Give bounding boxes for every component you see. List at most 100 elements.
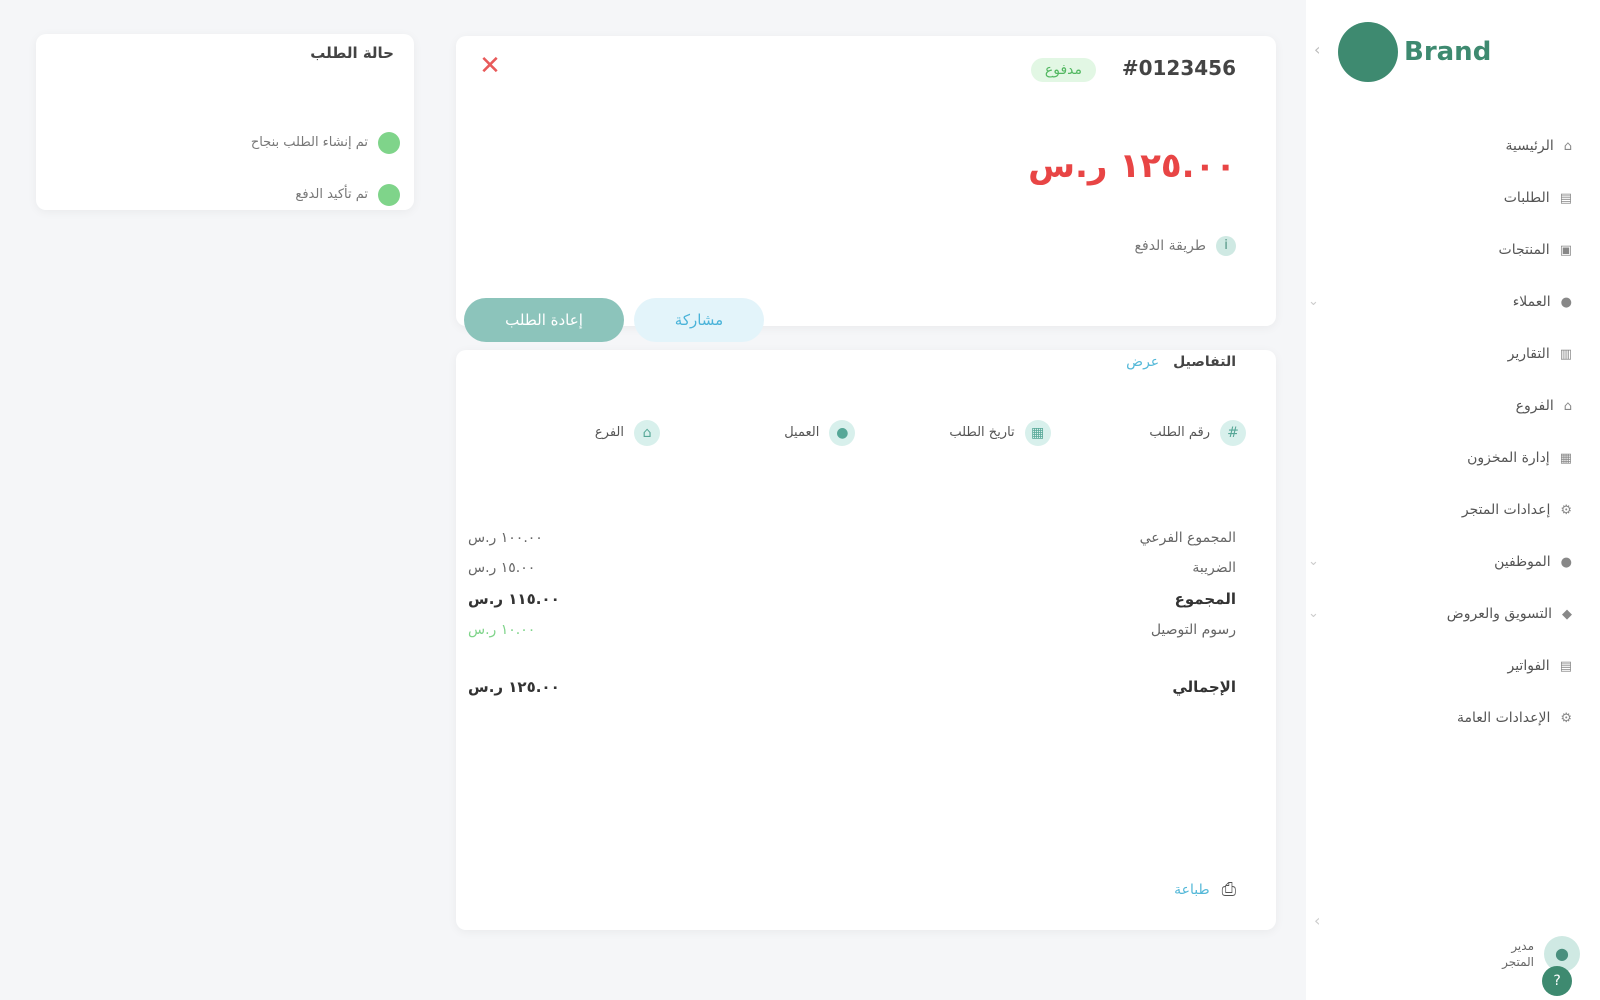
status-row-text: تم إنشاء الطلب بنجاح <box>250 135 368 150</box>
table-row: ١٠.٠٠ ر.س رسوم التوصيل <box>468 622 1236 638</box>
sidebar-item-branches[interactable]: ⌂ الفروع <box>1322 380 1572 432</box>
sidebar-item-store-settings[interactable]: ⚙ إعدادات المتجر <box>1322 484 1572 536</box>
sidebar-item-label: الطلبات <box>1503 190 1550 206</box>
staff-icon: ● <box>1560 555 1572 570</box>
calendar-icon: ▦ <box>1024 420 1051 446</box>
price-breakdown: ١٠٠.٠٠ ر.س المجموع الفرعي ١٥.٠٠ ر.س الضر… <box>468 530 1236 710</box>
sidebar-item-label: المنتجات <box>1498 242 1550 258</box>
sidebar-item-staff[interactable]: ⌄ ● الموظفين <box>1308 536 1572 588</box>
sidebar-item-reports[interactable]: ▥ التقارير <box>1322 328 1572 380</box>
info-cell-label: رقم الطلب <box>1149 425 1210 440</box>
hash-icon: # <box>1220 420 1246 446</box>
status-badge: مدفوع <box>1030 58 1096 82</box>
users-icon: ● <box>1560 295 1572 310</box>
sidebar-item-products[interactable]: ▣ المنتجات <box>1322 224 1572 276</box>
table-row: ١٠٠.٠٠ ر.س المجموع الفرعي <box>468 530 1236 546</box>
print-link[interactable]: طباعة <box>1174 882 1210 898</box>
sidebar-user[interactable]: ● مدير المتجر ? <box>1502 936 1580 996</box>
row-label: المجموع الفرعي <box>1139 530 1236 546</box>
table-row: ١٢٥.٠٠ ر.س الإجمالي <box>468 678 1236 696</box>
detail-card: عرض التفاصيل # رقم الطلب ▦ تاريخ الطلب ●… <box>456 350 1276 930</box>
sidebar-item-invoices[interactable]: ▤ الفواتير <box>1322 640 1572 692</box>
brand-name: Brand <box>1404 37 1492 67</box>
store-icon: ⌂ <box>634 420 661 446</box>
status-card: حالة الطلب تم إنشاء الطلب بنجاح تم تأكيد… <box>36 34 414 210</box>
order-amount: ١٢٥.٠٠ ر.س <box>1028 146 1236 186</box>
brand[interactable]: Brand <box>1338 22 1491 82</box>
info-cell: ▦ تاريخ الطلب <box>871 420 1051 446</box>
gear-icon: ⚙ <box>1560 711 1572 726</box>
share-button[interactable]: مشاركة <box>634 298 764 342</box>
row-value: ١٢٥.٠٠ ر.س <box>468 678 560 696</box>
row-label: الضريبة <box>1192 560 1236 576</box>
info-cell-label: تاريخ الطلب <box>949 425 1015 440</box>
row-label: المجموع <box>1174 590 1236 608</box>
detail-card-header: عرض التفاصيل <box>1126 354 1236 370</box>
close-icon[interactable]: ✕ <box>476 52 504 80</box>
sidebar-item-label: إعدادات المتجر <box>1461 502 1551 518</box>
info-cell-label: الفرع <box>594 425 625 440</box>
sidebar-item-label: الرئيسية <box>1505 138 1554 154</box>
chevron-down-icon: ⌄ <box>1308 554 1319 569</box>
payment-method-label: طريقة الدفع <box>1134 238 1206 254</box>
info-grid: # رقم الطلب ▦ تاريخ الطلب ● العميل ⌂ الف… <box>480 420 1246 446</box>
sidebar-item-label: التسويق والعروض <box>1446 606 1552 622</box>
action-buttons: إعادة الطلب مشاركة <box>464 298 764 342</box>
status-row: تم إنشاء الطلب بنجاح <box>251 132 400 154</box>
sidebar-item-inventory[interactable]: ▦ إدارة المخزون <box>1322 432 1572 484</box>
table-row: ١٥.٠٠ ر.س الضريبة <box>468 560 1236 576</box>
sidebar: ‹ Brand ⌂ الرئيسية ▤ الطلبات ▣ المنتجات ⌄ ● ا… <box>1306 0 1600 1000</box>
inventory-icon: ▦ <box>1559 451 1572 466</box>
sidebar-item-orders[interactable]: ▤ الطلبات <box>1322 172 1572 224</box>
info-icon[interactable]: i <box>1216 236 1236 256</box>
chevron-down-icon: ⌄ <box>1308 606 1319 621</box>
user-icon: ● <box>829 420 856 446</box>
sidebar-item-label: العملاء <box>1512 294 1551 310</box>
collapse-icon[interactable]: ‹ <box>1314 40 1320 59</box>
printer-icon[interactable]: ⎙ <box>1222 879 1236 900</box>
info-cell: # رقم الطلب <box>1066 420 1246 446</box>
row-value: ١٥.٠٠ ر.س <box>468 560 536 576</box>
sidebar-item-general-settings[interactable]: ⚙ الإعدادات العامة <box>1322 692 1572 744</box>
chart-icon: ▥ <box>1559 347 1572 362</box>
user-info: مدير المتجر <box>1502 938 1534 970</box>
sidebar-item-home[interactable]: ⌂ الرئيسية <box>1322 120 1573 172</box>
help-icon[interactable]: ? <box>1542 966 1573 996</box>
table-row: ١١٥.٠٠ ر.س المجموع <box>468 590 1236 608</box>
info-cell: ⌂ الفرع <box>480 420 661 446</box>
order-id: #0123456 <box>1121 56 1236 80</box>
status-row-text: تم تأكيد الدفع <box>295 187 368 202</box>
user-name: مدير <box>1511 939 1534 953</box>
orders-icon: ▤ <box>1559 191 1572 206</box>
sidebar-item-marketing[interactable]: ⌄ ◆ التسويق والعروض <box>1308 588 1572 640</box>
box-icon: ▣ <box>1559 243 1572 258</box>
view-link[interactable]: عرض <box>1126 354 1159 370</box>
check-circle-icon <box>378 184 400 206</box>
logo-icon <box>1338 22 1398 82</box>
sidebar-item-customers[interactable]: ⌄ ● العملاء <box>1308 276 1572 328</box>
row-label: رسوم التوصيل <box>1150 622 1236 638</box>
store-icon: ⌂ <box>1563 399 1572 414</box>
row-label: الإجمالي <box>1172 678 1236 696</box>
sidebar-item-label: الفواتير <box>1507 658 1550 674</box>
invoice-icon: ▤ <box>1559 659 1572 674</box>
payment-method-line: i طريقة الدفع <box>1135 236 1236 256</box>
detail-card-title: التفاصيل <box>1173 354 1236 370</box>
sidebar-item-label: إدارة المخزون <box>1467 450 1550 466</box>
reorder-button[interactable]: إعادة الطلب <box>464 298 624 342</box>
sidebar-item-label: الموظفين <box>1494 554 1551 570</box>
detail-footer: ⎙ طباعة <box>1174 879 1236 900</box>
chevron-left-icon[interactable]: ‹ <box>1314 911 1320 930</box>
summary-card: ✕ مدفوع #0123456 ١٢٥.٠٠ ر.س i طريقة الدف… <box>456 36 1276 342</box>
user-role: المتجر <box>1502 955 1534 969</box>
row-value: ١١٥.٠٠ ر.س <box>468 590 560 608</box>
check-circle-icon <box>378 132 400 154</box>
status-card-title: حالة الطلب <box>310 44 394 62</box>
chevron-down-icon: ⌄ <box>1308 294 1319 309</box>
sidebar-nav: ⌂ الرئيسية ▤ الطلبات ▣ المنتجات ⌄ ● العملاء ▥… <box>1308 120 1573 744</box>
row-value: ١٠٠.٠٠ ر.س <box>468 530 543 546</box>
sidebar-item-label: الإعدادات العامة <box>1456 710 1551 726</box>
row-value: ١٠.٠٠ ر.س <box>468 622 536 638</box>
info-cell-label: العميل <box>784 425 820 440</box>
megaphone-icon: ◆ <box>1562 607 1572 622</box>
